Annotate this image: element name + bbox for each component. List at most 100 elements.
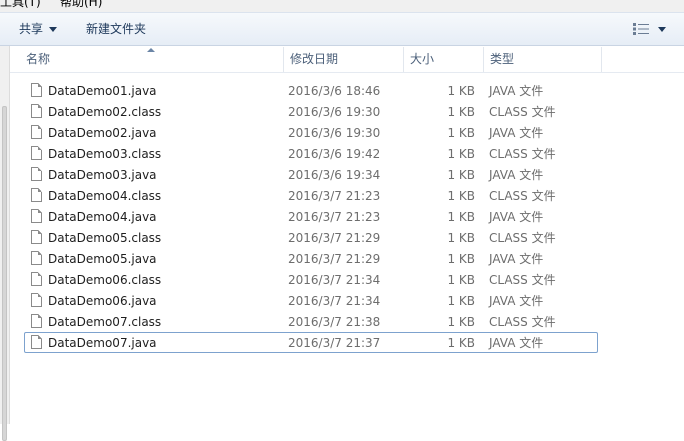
file-name: DataDemo07.java	[48, 336, 157, 350]
file-size: 1 KB	[447, 189, 475, 203]
file-row[interactable]: DataDemo04.java 2016/3/7 21:23 1 KB JAVA 文件	[24, 206, 598, 227]
file-name: DataDemo04.class	[48, 189, 162, 203]
file-row[interactable]: DataDemo02.class 2016/3/6 19:30 1 KB CLASS …	[24, 101, 598, 122]
document-icon	[31, 188, 42, 202]
file-date: 2016/3/7 21:29	[288, 231, 381, 245]
file-date: 2016/3/7 21:38	[288, 315, 381, 329]
file-date: 2016/3/6 19:34	[288, 168, 381, 182]
chevron-down-icon	[49, 27, 58, 32]
file-row[interactable]: DataDemo07.java 2016/3/7 21:37 1 KB JAVA 文件	[24, 332, 598, 353]
file-name: DataDemo03.java	[48, 168, 157, 182]
file-size: 1 KB	[447, 147, 475, 161]
file-row[interactable]: DataDemo05.class 2016/3/7 21:29 1 KB CLASS …	[24, 227, 598, 248]
document-icon	[31, 167, 42, 181]
file-size: 1 KB	[447, 210, 475, 224]
file-type: CLASS 文件	[489, 189, 556, 203]
document-icon	[31, 314, 42, 328]
column-type-label: 类型	[490, 52, 515, 66]
menu-bar: 工具(T) 帮助(H)	[0, 0, 684, 12]
file-name: DataDemo04.java	[48, 210, 157, 224]
file-name: DataDemo03.class	[48, 147, 162, 161]
file-name: DataDemo02.java	[48, 126, 157, 140]
document-icon	[31, 146, 42, 160]
file-type: JAVA 文件	[489, 126, 544, 140]
document-icon	[31, 83, 42, 97]
file-row[interactable]: DataDemo04.class 2016/3/7 21:23 1 KB CLASS …	[24, 185, 598, 206]
menu-help[interactable]: 帮助(H)	[60, 0, 102, 9]
file-type: JAVA 文件	[489, 294, 544, 308]
file-name: DataDemo05.class	[48, 231, 162, 245]
column-header: 名称 修改日期 大小 类型	[10, 47, 684, 73]
column-header-type[interactable]: 类型	[484, 47, 602, 72]
file-row[interactable]: DataDemo03.class 2016/3/6 19:42 1 KB CLASS …	[24, 143, 598, 164]
document-icon	[31, 230, 42, 244]
file-row[interactable]: DataDemo02.java 2016/3/6 19:30 1 KB JAVA 文件	[24, 122, 598, 143]
file-date: 2016/3/6 19:42	[288, 147, 381, 161]
command-bar: 共享 新建文件夹	[0, 12, 684, 46]
file-date: 2016/3/7 21:34	[288, 273, 381, 287]
document-icon	[31, 293, 42, 307]
column-header-date[interactable]: 修改日期	[284, 47, 404, 72]
file-type: CLASS 文件	[489, 273, 556, 287]
file-type: CLASS 文件	[489, 105, 556, 119]
column-header-size[interactable]: 大小	[404, 47, 484, 72]
file-name: DataDemo02.class	[48, 105, 162, 119]
file-row[interactable]: DataDemo03.java 2016/3/6 19:34 1 KB JAVA 文件	[24, 164, 598, 185]
file-size: 1 KB	[447, 126, 475, 140]
file-name: DataDemo07.class	[48, 315, 162, 329]
share-button-label: 共享	[19, 22, 44, 36]
file-size: 1 KB	[447, 252, 475, 266]
document-icon	[31, 335, 42, 349]
file-type: JAVA 文件	[489, 336, 544, 350]
document-icon	[31, 251, 42, 265]
file-date: 2016/3/7 21:34	[288, 294, 381, 308]
new-folder-button[interactable]: 新建文件夹	[86, 13, 146, 45]
file-date: 2016/3/7 21:23	[288, 189, 381, 203]
file-size: 1 KB	[447, 273, 475, 287]
file-type: CLASS 文件	[489, 147, 556, 161]
new-folder-button-label: 新建文件夹	[86, 22, 147, 36]
navigation-scrollbar-thumb[interactable]	[2, 106, 7, 441]
file-size: 1 KB	[447, 315, 475, 329]
file-type: CLASS 文件	[489, 231, 556, 245]
document-icon	[31, 209, 42, 223]
file-date: 2016/3/7 21:37	[288, 336, 381, 350]
file-row[interactable]: DataDemo05.java 2016/3/7 21:29 1 KB JAVA 文件	[24, 248, 598, 269]
file-date: 2016/3/6 18:46	[288, 84, 381, 98]
document-icon	[31, 272, 42, 286]
sort-ascending-icon	[147, 48, 155, 52]
column-name-label: 名称	[26, 52, 51, 66]
menu-tools[interactable]: 工具(T)	[0, 0, 41, 9]
file-type: JAVA 文件	[489, 168, 544, 182]
file-name: DataDemo05.java	[48, 252, 157, 266]
file-list: DataDemo01.java 2016/3/6 18:46 1 KB JAVA 文件…	[24, 80, 598, 353]
file-date: 2016/3/7 21:23	[288, 210, 381, 224]
file-name: DataDemo06.java	[48, 294, 157, 308]
column-size-label: 大小	[410, 52, 435, 66]
file-row[interactable]: DataDemo01.java 2016/3/6 18:46 1 KB JAVA 文件	[24, 80, 598, 101]
file-size: 1 KB	[447, 231, 475, 245]
file-size: 1 KB	[447, 336, 475, 350]
share-button[interactable]: 共享	[19, 13, 58, 45]
file-name: DataDemo06.class	[48, 273, 162, 287]
file-type: JAVA 文件	[489, 84, 544, 98]
file-type: JAVA 文件	[489, 252, 544, 266]
navigation-pane-edge	[0, 46, 10, 441]
file-size: 1 KB	[447, 84, 475, 98]
file-size: 1 KB	[447, 294, 475, 308]
file-size: 1 KB	[447, 105, 475, 119]
file-date: 2016/3/7 21:29	[288, 252, 381, 266]
document-icon	[31, 104, 42, 118]
file-type: CLASS 文件	[489, 315, 556, 329]
file-row[interactable]: DataDemo07.class 2016/3/7 21:38 1 KB CLASS …	[24, 311, 598, 332]
file-name: DataDemo01.java	[48, 84, 157, 98]
document-icon	[31, 125, 42, 139]
view-menu-chevron-icon[interactable]	[658, 27, 666, 32]
column-date-label: 修改日期	[290, 52, 339, 66]
file-row[interactable]: DataDemo06.class 2016/3/7 21:34 1 KB CLASS …	[24, 269, 598, 290]
file-type: JAVA 文件	[489, 210, 544, 224]
file-date: 2016/3/6 19:30	[288, 126, 381, 140]
view-options-icon[interactable]	[633, 23, 649, 35]
file-size: 1 KB	[447, 168, 475, 182]
file-row[interactable]: DataDemo06.java 2016/3/7 21:34 1 KB JAVA 文件	[24, 290, 598, 311]
